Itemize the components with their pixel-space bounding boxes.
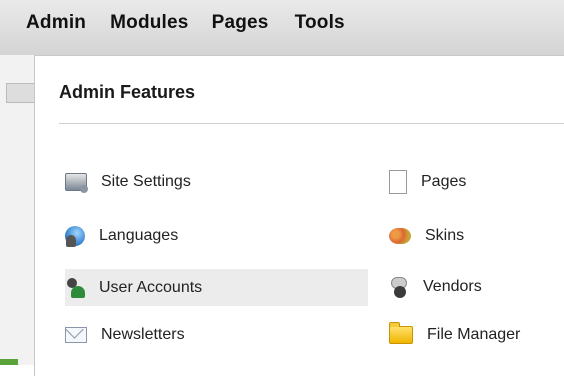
background-page-edge — [0, 55, 35, 365]
feature-label: Languages — [99, 227, 179, 244]
admin-features-dropdown: Admin Features Site Settings Languages U… — [34, 55, 564, 376]
settings-icon — [65, 173, 88, 193]
feature-label: Newsletters — [101, 326, 185, 343]
feature-label: Pages — [421, 173, 467, 190]
feature-vendors[interactable]: Vendors — [389, 270, 564, 304]
menu-modules[interactable]: Modules — [110, 12, 188, 34]
panel-title: Admin Features — [59, 82, 196, 102]
background-tab — [6, 83, 35, 103]
top-menu-bar: Admin Modules Pages Tools — [0, 0, 564, 55]
feature-label: Site Settings — [101, 173, 191, 190]
mail-icon — [65, 327, 87, 343]
folder-icon — [389, 322, 413, 344]
feature-file-manager[interactable]: File Manager — [389, 318, 564, 352]
background-green-bar — [0, 359, 18, 365]
feature-site-settings[interactable]: Site Settings — [65, 165, 365, 199]
feature-skins[interactable]: Skins — [389, 219, 564, 253]
feature-label: Skins — [425, 227, 465, 244]
page-icon — [389, 170, 407, 194]
globe-icon — [65, 226, 85, 247]
menu-pages[interactable]: Pages — [212, 12, 269, 34]
vendors-icon — [389, 277, 409, 298]
main-menu: Admin Modules Pages Tools — [0, 6, 345, 40]
feature-label: User Accounts — [99, 278, 203, 296]
feature-label: File Manager — [427, 326, 521, 343]
title-divider — [59, 123, 564, 124]
feature-user-accounts[interactable]: User Accounts — [65, 269, 368, 306]
feature-label: Vendors — [423, 278, 482, 295]
palette-icon — [389, 228, 411, 244]
feature-languages[interactable]: Languages — [65, 219, 365, 253]
feature-pages[interactable]: Pages — [389, 165, 564, 199]
users-icon — [65, 277, 85, 298]
menu-tools[interactable]: Tools — [295, 12, 345, 34]
feature-newsletters[interactable]: Newsletters — [65, 318, 365, 352]
menu-admin[interactable]: Admin — [26, 12, 86, 34]
